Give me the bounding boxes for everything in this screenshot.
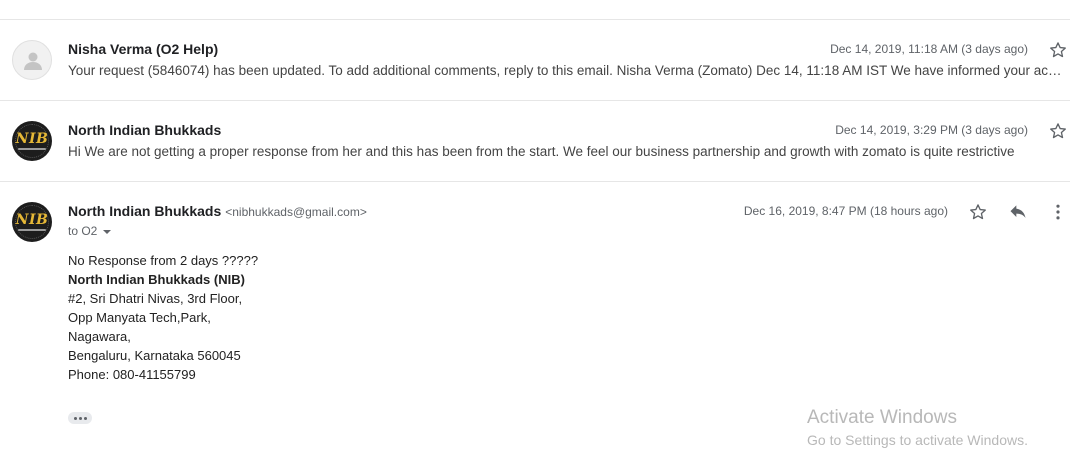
message-snippet[interactable]: Your request (5846074) has been updated.… xyxy=(68,63,1066,78)
chevron-down-icon[interactable] xyxy=(103,229,112,234)
sender-name[interactable]: North Indian Bhukkads xyxy=(68,203,221,219)
reply-icon[interactable] xyxy=(1008,202,1028,222)
signature-address: Nagawara, xyxy=(68,329,131,344)
sender-block[interactable]: North Indian Bhukkads <nibhukkads@gmail.c… xyxy=(68,203,367,219)
activation-watermark: Activate Windows Go to Settings to activ… xyxy=(807,407,1028,448)
message-collapsed[interactable]: Nisha Verma (O2 Help) Dec 14, 2019, 11:1… xyxy=(0,20,1070,101)
message-date[interactable]: Dec 14, 2019, 3:29 PM (3 days ago) xyxy=(835,123,1028,137)
star-icon[interactable] xyxy=(968,202,988,222)
star-icon[interactable] xyxy=(1048,40,1068,60)
message-date[interactable]: Dec 14, 2019, 11:18 AM (3 days ago) xyxy=(830,42,1028,56)
avatar[interactable] xyxy=(12,40,52,80)
sender-name[interactable]: North Indian Bhukkads xyxy=(68,122,221,138)
recipients-dropdown[interactable]: to O2 xyxy=(68,224,112,238)
show-trimmed-content-button[interactable] xyxy=(68,412,92,424)
avatar-logo: NIB xyxy=(15,131,49,147)
star-icon[interactable] xyxy=(1048,121,1068,141)
watermark-subtitle: Go to Settings to activate Windows. xyxy=(807,432,1028,448)
watermark-title: Activate Windows xyxy=(807,407,957,428)
recipients-label: to O2 xyxy=(68,224,98,238)
body-line: No Response from 2 days ????? xyxy=(68,253,259,268)
signature-phone: Phone: 080-41155799 xyxy=(68,367,196,382)
signature-address: #2, Sri Dhatri Nivas, 3rd Floor, xyxy=(68,291,243,306)
signature-address: Opp Manyata Tech,Park, xyxy=(68,310,211,325)
sender-name[interactable]: Nisha Verma (O2 Help) xyxy=(68,41,218,57)
signature-address: Bengaluru, Karnataka 560045 xyxy=(68,348,241,363)
message-date[interactable]: Dec 16, 2019, 8:47 PM (18 hours ago) xyxy=(744,204,948,218)
avatar-logo: NIB xyxy=(15,212,49,228)
more-vert-icon[interactable] xyxy=(1048,202,1068,222)
signature-org: North Indian Bhukkads (NIB) xyxy=(68,272,245,287)
sender-email[interactable]: <nibhukkads@gmail.com> xyxy=(225,205,367,219)
avatar[interactable]: NIB xyxy=(12,202,52,242)
message-snippet[interactable]: Hi We are not getting a proper response … xyxy=(68,144,1066,159)
message-collapsed[interactable]: NIB North Indian Bhukkads Dec 14, 2019, … xyxy=(0,101,1070,182)
person-icon xyxy=(24,52,42,70)
avatar[interactable]: NIB xyxy=(12,121,52,161)
message-body: No Response from 2 days ????? North Indi… xyxy=(68,251,258,384)
